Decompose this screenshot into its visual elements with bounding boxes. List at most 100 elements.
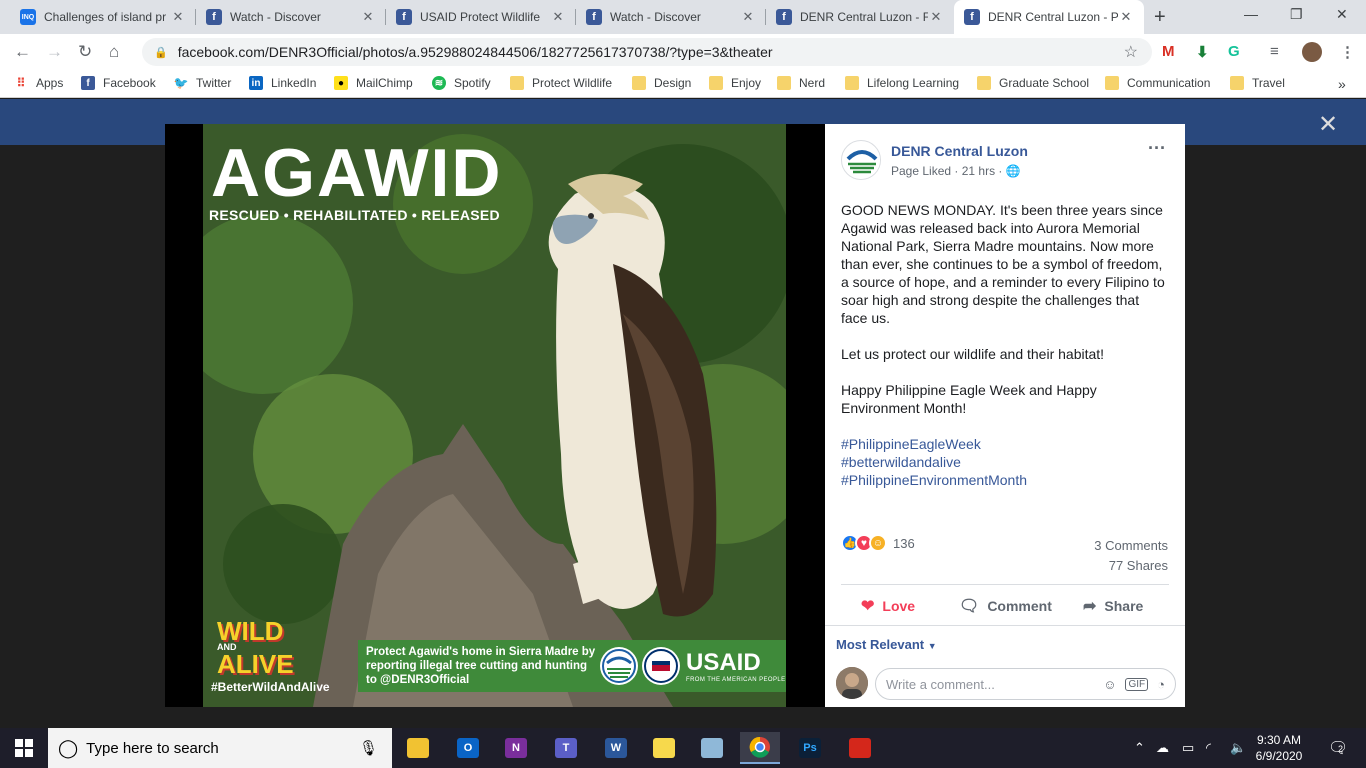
gmail-extension-icon[interactable]: M [1162, 43, 1175, 60]
taskbar-onenote[interactable]: N [496, 732, 536, 764]
post-paragraph: Let us protect our wildlife and their ha… [841, 346, 1105, 362]
new-tab-button[interactable]: + [1154, 6, 1166, 29]
download-arrow-extension-icon[interactable]: ⬇ [1196, 43, 1209, 61]
browser-tab[interactable]: f DENR Central Luzon - F ✕ [766, 0, 954, 34]
folder-icon [845, 76, 859, 90]
taskbar-acrobat[interactable] [840, 732, 880, 764]
bookmark-folder[interactable]: Design [632, 76, 691, 90]
notification-count: 2 [1338, 744, 1344, 754]
bookmark-folder[interactable]: Nerd [777, 76, 825, 90]
browser-tab[interactable]: f Watch - Discover ✕ [196, 0, 386, 34]
bookmark-folder[interactable]: Protect Wildlife [510, 76, 612, 90]
restore-icon[interactable]: ❐ [1290, 6, 1303, 23]
volume-icon[interactable]: 🔈 [1230, 740, 1246, 756]
taskbar-editor[interactable] [692, 732, 732, 764]
taskbar-teams[interactable]: T [546, 732, 586, 764]
url-text[interactable]: facebook.com/DENR3Official/photos/a.9529… [178, 44, 773, 60]
browser-tab[interactable]: f Watch - Discover ✕ [576, 0, 766, 34]
microphone-icon[interactable]: 🎙 [359, 739, 378, 757]
profile-avatar[interactable] [1302, 42, 1322, 62]
action-center-button[interactable]: 🗨 2 [1328, 738, 1348, 758]
comment-button[interactable]: 🗨 Comment [959, 596, 1052, 616]
bookmarks-overflow-button[interactable]: » [1338, 76, 1346, 92]
user-avatar[interactable] [836, 667, 868, 699]
hashtag-link[interactable]: #PhilippineEagleWeek [841, 435, 1169, 453]
forward-arrow-icon[interactable]: → [46, 42, 63, 62]
comment-input[interactable] [886, 676, 1095, 692]
minimize-icon[interactable]: — [1244, 6, 1258, 22]
bookmark-star-icon[interactable]: ☆ [1124, 42, 1138, 62]
post-photo[interactable]: AGAWID RESCUED • REHABILITATED • RELEASE… [203, 124, 786, 707]
bookmark-folder[interactable]: Enjoy [709, 76, 761, 90]
taskbar-word[interactable]: W [596, 732, 636, 764]
reactions-summary[interactable]: 👍 ♥ ☺ 136 [841, 534, 915, 552]
taskbar-photoshop[interactable]: Ps [790, 732, 830, 764]
shares-count-link[interactable]: 77 Shares [1094, 556, 1168, 576]
taskbar-chrome[interactable] [740, 732, 780, 764]
tab-close-icon[interactable]: ✕ [740, 9, 756, 25]
globe-icon: 🌐 [1005, 164, 1021, 178]
tab-title: Challenges of island pr [44, 10, 167, 24]
tab-close-icon[interactable]: ✕ [550, 9, 566, 25]
reload-icon[interactable]: ↻ [78, 42, 92, 62]
browser-tab[interactable]: INQ Challenges of island pr ✕ [10, 0, 196, 34]
tab-close-icon[interactable]: ✕ [360, 9, 376, 25]
tab-close-icon[interactable]: ✕ [928, 9, 944, 25]
lock-icon: 🔒 [154, 46, 168, 59]
browser-tab-active[interactable]: f DENR Central Luzon - P ✕ [954, 0, 1144, 34]
taskbar-search-input[interactable] [86, 739, 347, 757]
bookmark-folder[interactable]: Communication [1105, 76, 1210, 90]
show-hidden-icons-chevron-icon[interactable]: ⌃ [1134, 740, 1145, 756]
facebook-favicon-icon: f [206, 9, 222, 25]
sticker-icon[interactable]: ◔ [1157, 677, 1165, 692]
bookmark-twitter[interactable]: 🐦 Twitter [174, 76, 232, 90]
start-button[interactable] [0, 728, 48, 768]
browser-toolbar: ← → ↻ ⌂ 🔒 facebook.com/DENR3Official/pho… [0, 34, 1366, 70]
browser-tab[interactable]: f USAID Protect Wildlife ✕ [386, 0, 576, 34]
bookmark-folder[interactable]: Lifelong Learning [845, 76, 959, 90]
bookmark-spotify[interactable]: ≋ Spotify [432, 76, 491, 90]
bookmark-apps[interactable]: ⠿ Apps [14, 76, 64, 90]
taskbar-outlook[interactable]: O [448, 732, 488, 764]
more-options-icon[interactable]: ··· [1148, 138, 1166, 159]
comments-count-link[interactable]: 3 Comments [1094, 536, 1168, 556]
share-button[interactable]: ➦ Share [1083, 596, 1143, 616]
usaid-seal-icon [642, 647, 680, 685]
post-paragraph: Happy Philippine Eagle Week and Happy En… [841, 382, 1097, 416]
bookmark-linkedin[interactable]: in LinkedIn [249, 76, 316, 90]
battery-icon[interactable]: ▭ [1182, 740, 1194, 756]
hashtag-link[interactable]: #PhilippineEnvironmentMonth [841, 471, 1169, 489]
browser-menu-icon[interactable]: ⋮ [1340, 43, 1355, 61]
reading-list-icon[interactable]: ≡ [1270, 43, 1279, 60]
love-icon: ❤ [861, 598, 875, 615]
tab-close-icon[interactable]: ✕ [170, 9, 186, 25]
bookmark-folder[interactable]: Graduate School [977, 76, 1089, 90]
gif-icon[interactable]: GIF [1125, 677, 1149, 691]
hashtag-link[interactable]: #betterwildandalive [841, 453, 1169, 471]
back-arrow-icon[interactable]: ← [14, 42, 31, 62]
tab-close-icon[interactable]: ✕ [1118, 9, 1134, 25]
chrome-icon [749, 736, 770, 758]
comment-composer[interactable]: ☺ GIF ◔ [875, 668, 1176, 700]
system-clock[interactable]: 9:30 AM 6/9/2020 [1252, 732, 1306, 764]
page-avatar[interactable] [841, 140, 881, 180]
taskbar-file-explorer[interactable] [398, 732, 438, 764]
bookmark-facebook[interactable]: f Facebook [81, 76, 156, 90]
emoji-icon[interactable]: ☺ [1103, 677, 1116, 692]
mailchimp-icon: ● [334, 76, 348, 90]
page-name-link[interactable]: DENR Central Luzon [891, 143, 1028, 159]
home-icon[interactable]: ⌂ [109, 42, 119, 62]
comment-sort-dropdown[interactable]: Most Relevant ▼ [836, 637, 937, 652]
wifi-icon[interactable]: ◜ [1206, 740, 1211, 756]
address-bar[interactable]: 🔒 facebook.com/DENR3Official/photos/a.95… [142, 38, 1152, 66]
taskbar-search-box[interactable]: ◯ 🎙 [48, 728, 392, 768]
love-button[interactable]: ❤ Love [861, 596, 915, 616]
care-reaction-icon: ☺ [869, 534, 887, 552]
onedrive-cloud-icon[interactable]: ☁ [1156, 740, 1169, 756]
taskbar-sticky-notes[interactable] [644, 732, 684, 764]
bookmark-mailchimp[interactable]: ● MailChimp [334, 76, 413, 90]
window-close-icon[interactable]: ✕ [1336, 6, 1348, 23]
grammarly-extension-icon[interactable]: G [1228, 43, 1240, 60]
close-theater-icon[interactable]: ✕ [1318, 110, 1338, 139]
bookmark-folder[interactable]: Travel [1230, 76, 1285, 90]
